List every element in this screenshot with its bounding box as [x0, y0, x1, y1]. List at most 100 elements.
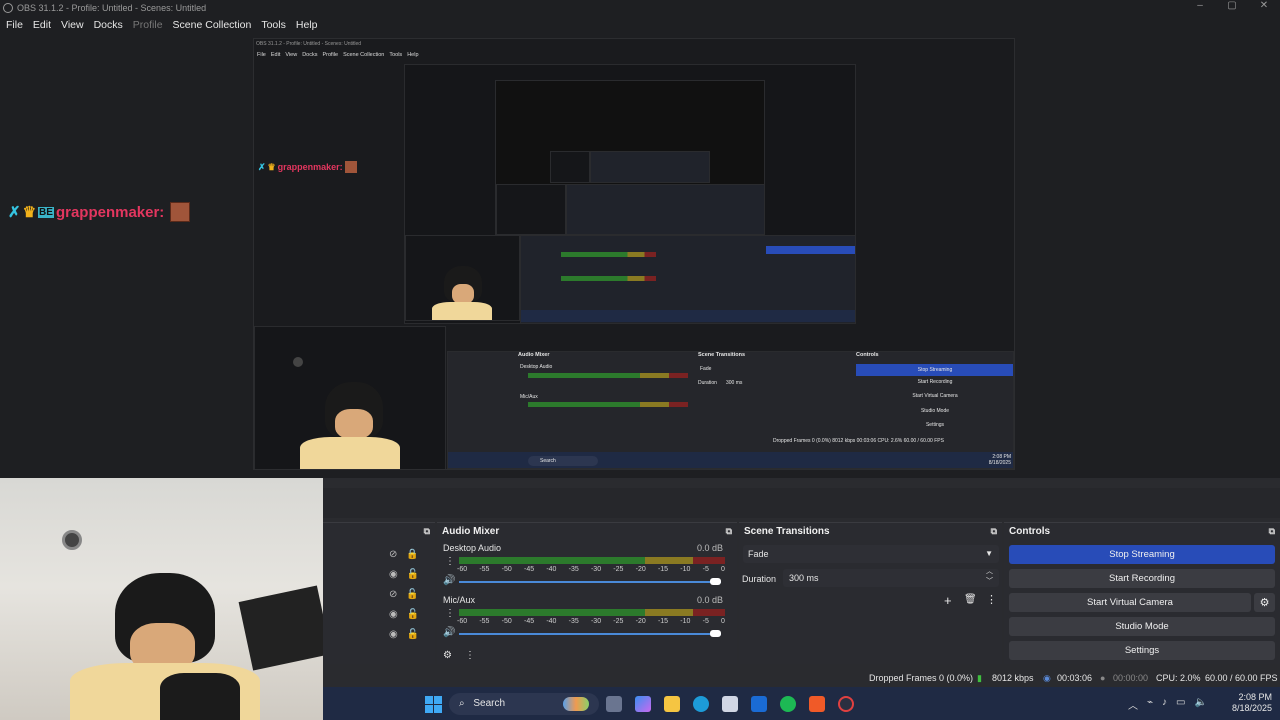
minimize-button[interactable]: –: [1184, 0, 1216, 11]
nested-menu-item: File: [257, 52, 266, 58]
nested-docks-2: [520, 235, 855, 323]
unlock-icon[interactable]: 🔓: [406, 589, 418, 600]
brave-icon[interactable]: [809, 696, 825, 712]
volume-icon[interactable]: 🔈: [1194, 697, 1206, 712]
duration-label: Duration: [742, 574, 777, 584]
channel-menu-icon[interactable]: ⋮: [445, 556, 455, 567]
emote-icon: [344, 161, 357, 173]
chevron-up-icon[interactable]: ︿: [1128, 697, 1138, 712]
stop-streaming-button[interactable]: Stop Streaming: [1009, 545, 1275, 564]
channel-name: Mic/Aux: [443, 595, 476, 605]
outlook-icon[interactable]: [751, 696, 767, 712]
eye-icon[interactable]: ◉: [389, 609, 398, 620]
nested-webcam-3: [496, 184, 566, 234]
transition-select[interactable]: Fade ▼: [743, 545, 999, 563]
volume-slider-knob[interactable]: [710, 630, 721, 637]
stream-icon: ◉: [1043, 673, 1051, 683]
sources-dock-header: ⧉: [323, 523, 435, 539]
badge-icon: BE: [38, 206, 54, 218]
menu-help[interactable]: Help: [296, 19, 318, 31]
chat-overlay: ✗ ♛ BE grappenmaker:: [8, 202, 191, 222]
edge-icon[interactable]: [693, 696, 709, 712]
settings-button[interactable]: Settings: [1009, 641, 1275, 660]
lock-icon[interactable]: 🔒: [406, 549, 418, 560]
hidden-icon[interactable]: ⊘: [389, 589, 397, 600]
spin-arrows-icon[interactable]: ︿ ﹀: [986, 567, 993, 587]
transition-menu-icon[interactable]: ⋮: [986, 593, 997, 606]
menu-edit[interactable]: Edit: [33, 19, 51, 31]
start-virtual-camera-button[interactable]: Start Virtual Camera: [1009, 593, 1251, 612]
close-button[interactable]: ✕: [1248, 0, 1280, 11]
advanced-audio-icon[interactable]: ⚙: [443, 650, 452, 661]
restore-button[interactable]: ▢: [1216, 0, 1248, 11]
title-bar: OBS 31.1.2 - Profile: Untitled - Scenes:…: [0, 0, 1280, 16]
nested-webcam-4: [550, 151, 590, 183]
controls-title: Controls: [1009, 525, 1051, 537]
eye-icon[interactable]: ◉: [389, 629, 398, 640]
menu-tools[interactable]: Tools: [261, 19, 286, 31]
nested-deeper-preview: [404, 64, 856, 324]
sword-icon: ✗: [258, 161, 266, 172]
volume-slider[interactable]: [459, 633, 721, 635]
taskbar: ⌕ Search ︿ ⌁ ♪ ▭ 🔈 2:08 PM 8/18/2025: [323, 687, 1280, 720]
windows-start-icon[interactable]: [425, 696, 442, 713]
nested-menu-item: Scene Collection: [343, 52, 385, 58]
speaker-icon[interactable]: 🔊: [443, 575, 455, 586]
volume-slider[interactable]: [459, 581, 721, 583]
menu-docks[interactable]: Docks: [94, 19, 123, 31]
menu-file[interactable]: File: [6, 19, 23, 31]
eye-icon[interactable]: ◉: [389, 569, 398, 580]
unlock-icon[interactable]: 🔓: [407, 609, 419, 620]
display-icon[interactable]: ▭: [1176, 697, 1185, 712]
nested-webcam: [254, 326, 446, 469]
undock-icon[interactable]: ⧉: [991, 526, 997, 537]
task-view-icon[interactable]: [606, 696, 622, 712]
nested-obs-preview: OBS 31.1.2 - Profile: Untitled - Scenes:…: [253, 38, 1015, 470]
trash-icon[interactable]: 🗑: [964, 594, 977, 605]
duration-input[interactable]: 300 ms ︿ ﹀: [783, 567, 999, 587]
speaker-icon[interactable]: 🔊: [443, 627, 455, 638]
clock[interactable]: 2:08 PM 8/18/2025: [1232, 692, 1272, 714]
file-explorer-icon[interactable]: [664, 696, 680, 712]
network-icon[interactable]: ⌁: [1147, 697, 1153, 712]
channel-level: 0.0 dB: [696, 543, 723, 553]
nested-start-virtual-camera: Start Virtual Camera: [912, 393, 958, 399]
chevron-down-icon: ▼: [985, 549, 993, 558]
microphone-icon[interactable]: ♪: [1162, 697, 1167, 712]
taskbar-search[interactable]: ⌕ Search: [449, 693, 599, 715]
virtual-camera-settings-icon[interactable]: ⚙: [1254, 593, 1275, 612]
obs-taskbar-icon[interactable]: [838, 696, 854, 712]
menu-scene-collection[interactable]: Scene Collection: [173, 19, 252, 31]
undock-icon[interactable]: ⧉: [424, 526, 430, 537]
sources-dock: ⧉ ⊘ 🔒 ◉ 🔓 ⊘ 🔓 ◉ 🔓 ◉ 🔓: [323, 522, 435, 664]
undock-icon[interactable]: ⧉: [1269, 526, 1275, 537]
menu-view[interactable]: View: [61, 19, 84, 31]
scene-transitions-dock: Scene Transitions ⧉ Fade ▼ Duration 300 …: [739, 522, 1002, 664]
system-tray: ︿ ⌁ ♪ ▭ 🔈: [1128, 697, 1207, 712]
nested-mixer-title: Audio Mixer: [518, 352, 550, 358]
volume-slider-knob[interactable]: [710, 578, 721, 585]
nested-deeper-preview-2: [495, 80, 765, 235]
menu-profile[interactable]: Profile: [133, 19, 163, 31]
undock-icon[interactable]: ⧉: [726, 526, 732, 537]
record-icon: ●: [1100, 673, 1106, 683]
mixer-menu-icon[interactable]: ⋮: [465, 650, 475, 661]
nested-fade: Fade: [700, 366, 712, 372]
copilot-icon[interactable]: [635, 696, 651, 712]
nested-chat-username: grappenmaker:: [277, 162, 343, 172]
nested-date: 8/18/2025: [988, 460, 1011, 466]
unlock-icon[interactable]: 🔓: [407, 629, 419, 640]
scene-transitions-title: Scene Transitions: [744, 525, 830, 537]
studio-mode-button[interactable]: Studio Mode: [1009, 617, 1275, 636]
store-icon[interactable]: [722, 696, 738, 712]
hidden-icon[interactable]: ⊘: [389, 549, 397, 560]
unlock-icon[interactable]: 🔓: [407, 569, 419, 580]
duration-value: 300 ms: [789, 573, 819, 583]
nested-chat: ✗ ♛ grappenmaker:: [258, 161, 357, 173]
nested-menu-item: Tools: [389, 52, 403, 58]
spotify-icon[interactable]: [780, 696, 796, 712]
start-recording-button[interactable]: Start Recording: [1009, 569, 1275, 588]
nested-title: OBS 31.1.2 - Profile: Untitled - Scenes:…: [256, 41, 362, 47]
channel-menu-icon[interactable]: ⋮: [445, 608, 455, 619]
add-icon[interactable]: +: [944, 593, 952, 608]
